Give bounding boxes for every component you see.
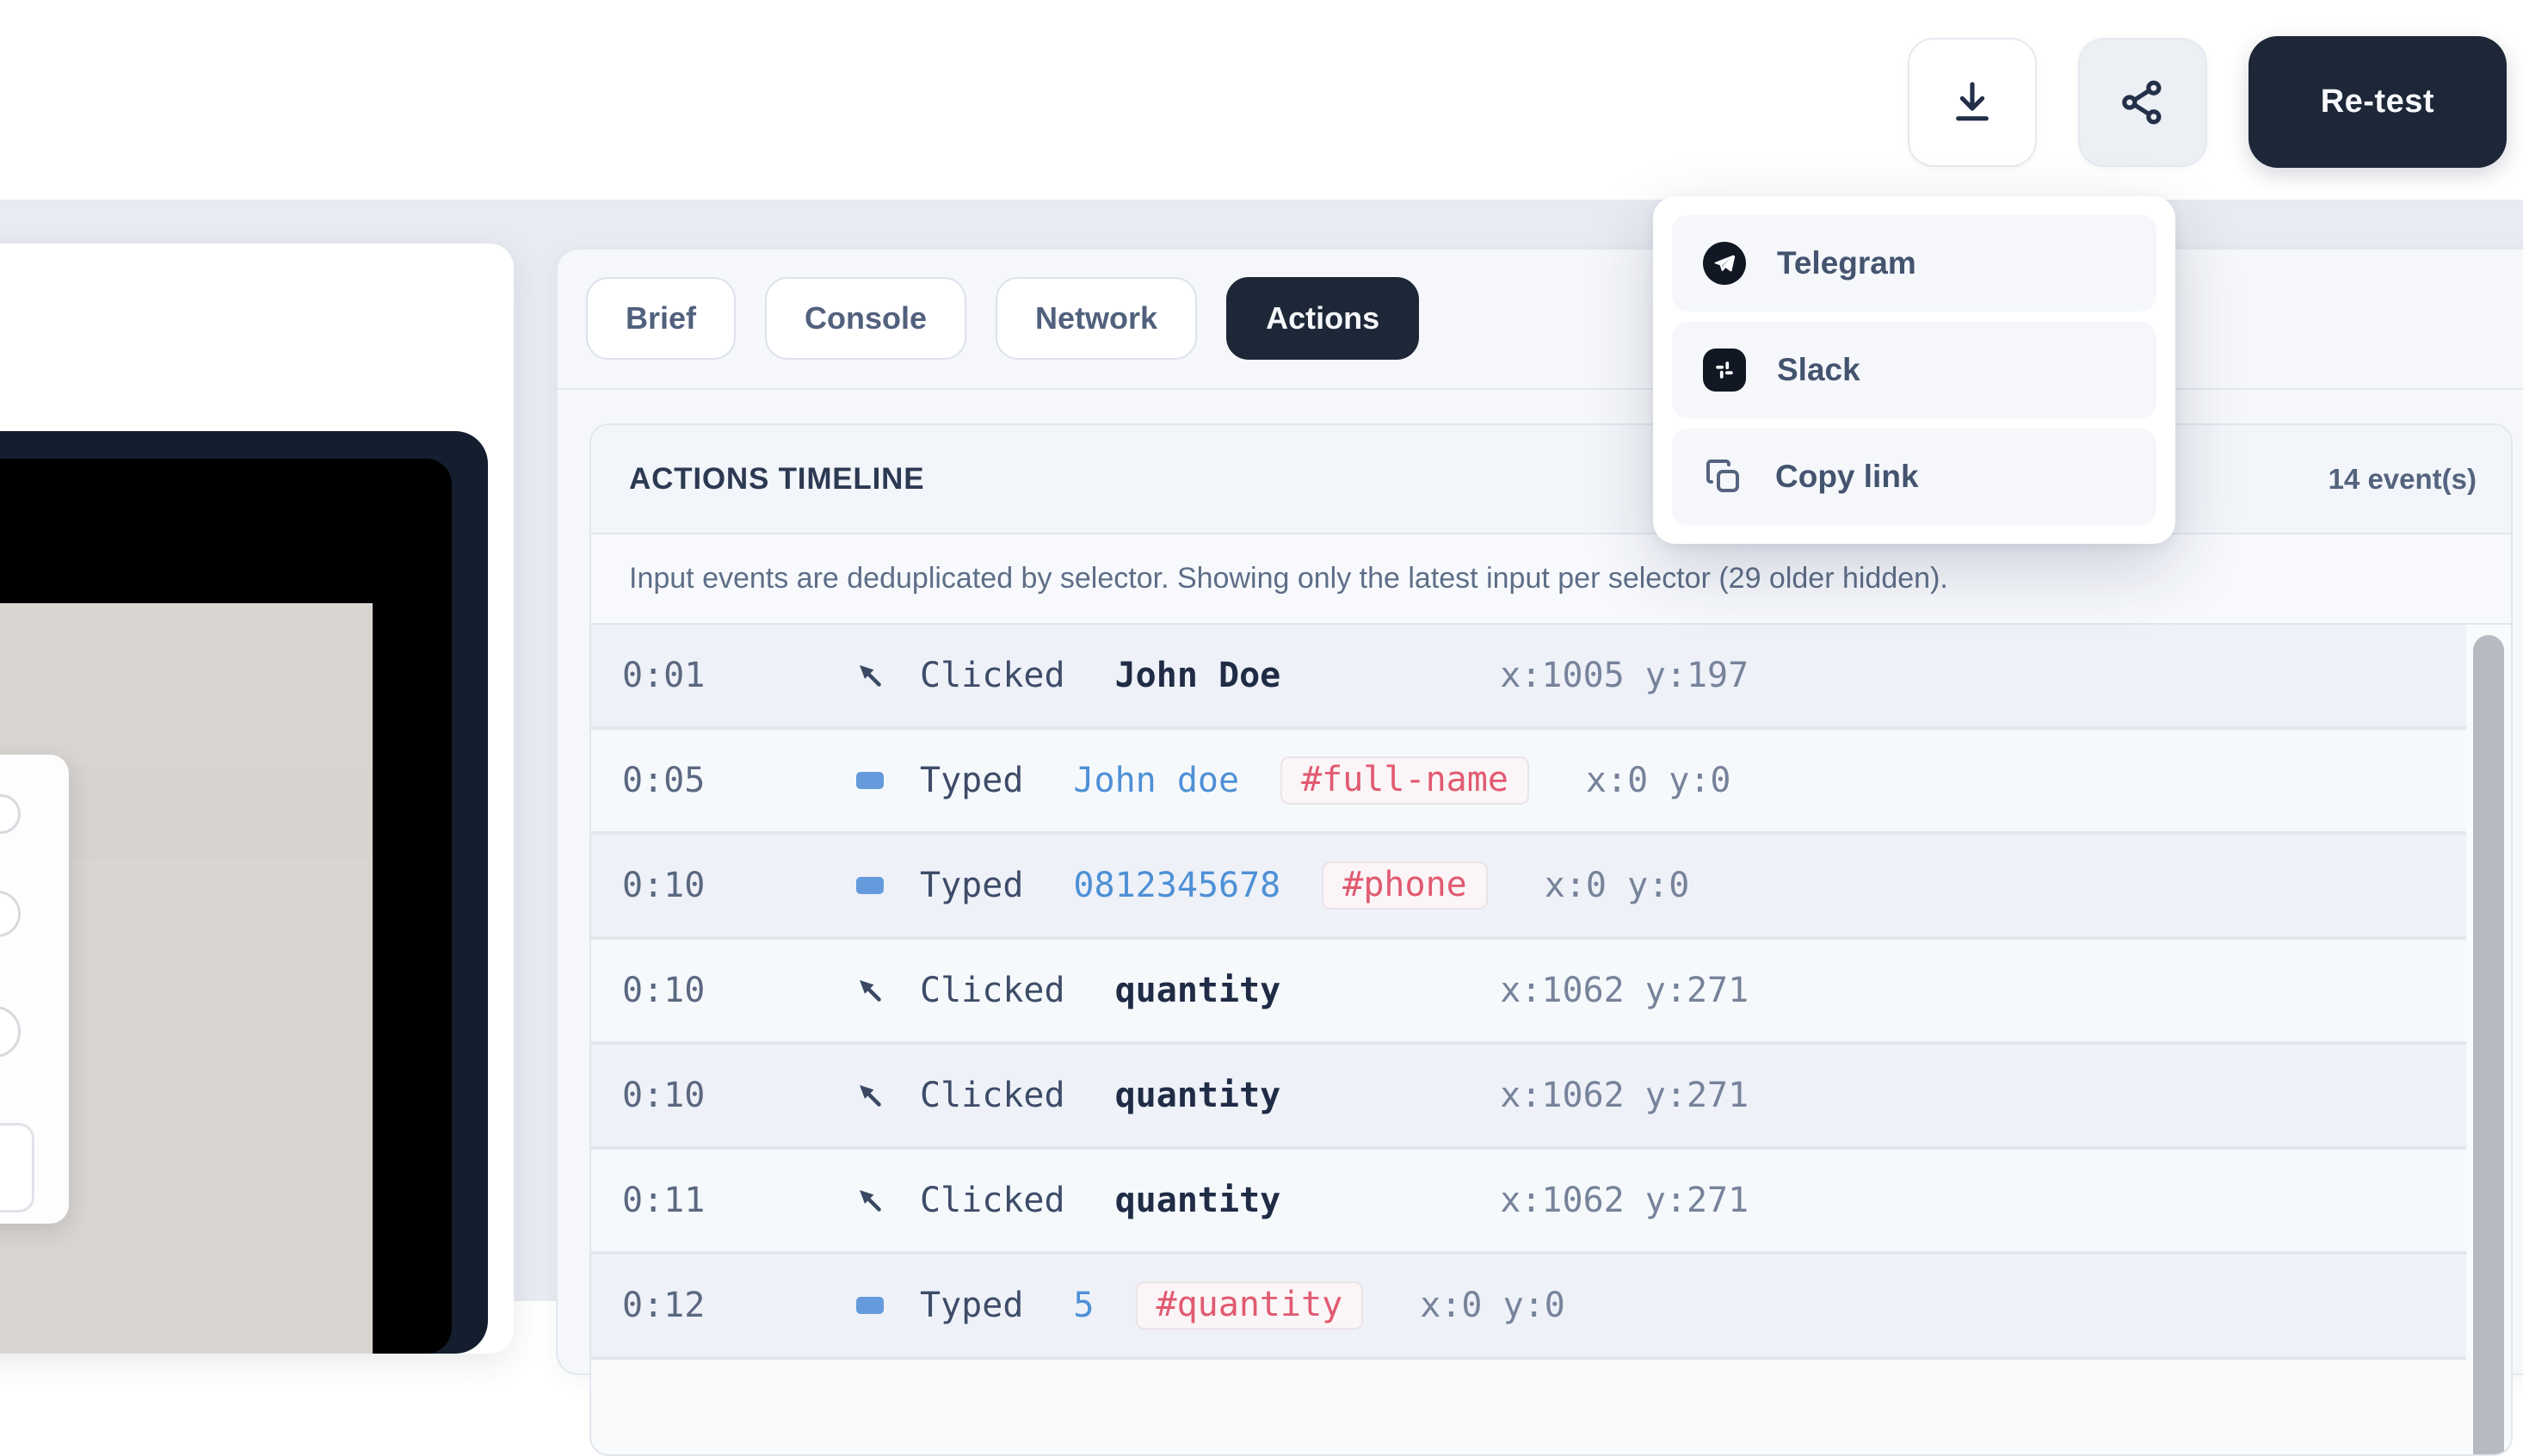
- menu-item-slack[interactable]: Slack: [1672, 322, 2156, 418]
- download-icon: [1948, 78, 1996, 126]
- share-button[interactable]: [2078, 38, 2207, 167]
- report-panel: Brief Console Network Actions ACTIONS TI…: [556, 248, 2523, 1375]
- event-row[interactable]: 0:10 Clicked quantity x:1062 y:271: [591, 940, 2466, 1045]
- share-dropdown-menu: Telegram Slack Copy link: [1653, 196, 2175, 544]
- menu-item-label: Copy link: [1775, 459, 1919, 495]
- event-coords: x:0 y:0: [1420, 1286, 1565, 1325]
- copy-link-icon: [1703, 456, 1744, 497]
- selector-badge: #quantity: [1136, 1281, 1364, 1330]
- event-time: 0:12: [622, 1286, 803, 1325]
- report-page: { "colors": { "accent_dark": "#1e2737", …: [0, 0, 2523, 1301]
- form-field-outline: [0, 1123, 34, 1212]
- menu-item-label: Telegram: [1777, 245, 1916, 281]
- event-coords: x:1062 y:271: [1500, 1076, 1749, 1115]
- timeline-header: ACTIONS TIMELINE 14 event(s): [591, 425, 2511, 534]
- event-action: Clicked: [920, 971, 1065, 1010]
- chevron-down-icon: [0, 1018, 5, 1049]
- form-radio-circle: [0, 891, 21, 937]
- cursor-click-icon: [851, 660, 889, 691]
- telegram-icon: [1703, 242, 1746, 285]
- event-coords: x:0 y:0: [1586, 761, 1731, 800]
- event-row[interactable]: 0:01 Clicked John Doe x:1005 y:197: [591, 625, 2466, 730]
- event-target: John Doe: [1115, 656, 1281, 695]
- dedup-note: Input events are deduplicated by selecto…: [591, 534, 2511, 625]
- retest-button[interactable]: Re-test: [2248, 36, 2507, 168]
- cursor-click-icon: [851, 975, 889, 1006]
- event-action: Clicked: [920, 656, 1065, 695]
- text-input-icon: [851, 772, 889, 789]
- tab-actions[interactable]: Actions: [1226, 277, 1419, 360]
- share-icon: [2119, 78, 2167, 126]
- tab-network[interactable]: Network: [996, 277, 1197, 360]
- report-tabbar: Brief Console Network Actions: [558, 250, 2523, 360]
- cursor-click-icon: [851, 1185, 889, 1216]
- event-action: Typed: [920, 1286, 1023, 1325]
- menu-item-copy-link[interactable]: Copy link: [1672, 429, 2156, 525]
- actions-timeline-panel: ACTIONS TIMELINE 14 event(s) Input event…: [589, 423, 2513, 1456]
- tab-brief[interactable]: Brief: [586, 277, 736, 360]
- event-typed-value: 5: [1073, 1286, 1094, 1325]
- timeline-rows: 0:01 Clicked John Doe x:1005 y:197 0:05 …: [591, 625, 2466, 1360]
- event-coords: x:0 y:0: [1545, 866, 1690, 905]
- event-typed-value: 0812345678: [1073, 866, 1280, 905]
- event-row[interactable]: 0:10 Clicked quantity x:1062 y:271: [591, 1045, 2466, 1150]
- event-action: Typed: [920, 866, 1023, 905]
- event-target: quantity: [1115, 1181, 1281, 1220]
- event-time: 0:10: [622, 971, 803, 1010]
- event-row[interactable]: 0:11 Clicked quantity x:1062 y:271: [591, 1150, 2466, 1255]
- device-screen-form-panel: [0, 755, 69, 1224]
- event-time: 0:10: [622, 1076, 803, 1115]
- menu-item-telegram[interactable]: Telegram: [1672, 215, 2156, 312]
- event-coords: x:1005 y:197: [1500, 656, 1749, 695]
- event-coords: x:1062 y:271: [1500, 1181, 1749, 1220]
- menu-item-label: Slack: [1777, 352, 1860, 388]
- event-coords: x:1062 y:271: [1500, 971, 1749, 1010]
- text-input-icon: [851, 1297, 889, 1314]
- event-row[interactable]: 0:12 Typed 5 #quantity x:0 y:0: [591, 1255, 2466, 1360]
- tab-console[interactable]: Console: [765, 277, 966, 360]
- event-time: 0:01: [622, 656, 803, 695]
- event-typed-value: John doe: [1073, 761, 1239, 800]
- event-action: Clicked: [920, 1181, 1065, 1220]
- event-time: 0:05: [622, 761, 803, 800]
- event-target: quantity: [1115, 971, 1281, 1010]
- event-row[interactable]: 0:10 Typed 0812345678 #phone x:0 y:0: [591, 835, 2466, 940]
- form-radio-circle: [0, 794, 21, 834]
- event-row[interactable]: 0:05 Typed John doe #full-name x:0 y:0: [591, 730, 2466, 835]
- timeline-title: ACTIONS TIMELINE: [629, 462, 924, 497]
- header-actions: Re-test: [1908, 36, 2507, 168]
- selector-badge: #full-name: [1280, 756, 1529, 805]
- download-button[interactable]: [1908, 38, 2037, 167]
- event-time: 0:10: [622, 866, 803, 905]
- timeline-scrollbar-thumb[interactable]: [2473, 635, 2504, 1456]
- tabbar-divider: [558, 388, 2523, 390]
- event-action: Typed: [920, 761, 1023, 800]
- cursor-click-icon: [851, 1080, 889, 1111]
- event-action: Clicked: [920, 1076, 1065, 1115]
- event-target: quantity: [1115, 1076, 1281, 1115]
- event-count-badge: 14 event(s): [2329, 463, 2477, 496]
- slack-icon: [1703, 349, 1746, 392]
- selector-badge: #phone: [1322, 861, 1488, 910]
- event-time: 0:11: [622, 1181, 803, 1220]
- text-input-icon: [851, 877, 889, 894]
